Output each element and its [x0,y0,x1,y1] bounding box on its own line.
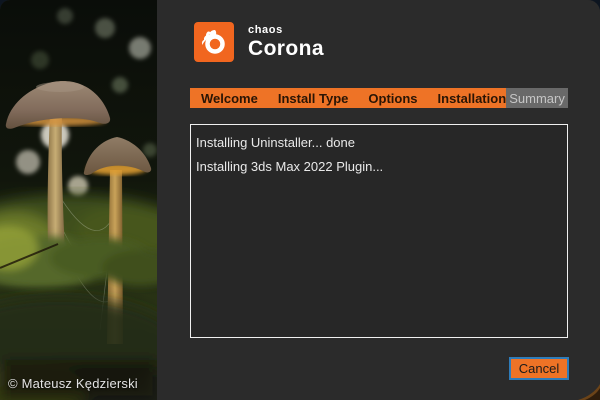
tab-options[interactable]: Options [368,91,417,106]
installer-step-tabs: Welcome Install Type Options Installatio… [190,88,568,108]
tabs-completed-group: Welcome Install Type Options Installatio… [190,88,506,108]
corona-flame-glyph [199,27,229,57]
mushroom-photo-art [0,0,157,400]
installer-panel: chaos Corona Welcome Install Type Option… [157,0,600,400]
brand-header: chaos Corona [194,22,324,62]
tab-installation[interactable]: Installation [438,91,507,106]
brand-text: chaos Corona [248,24,324,61]
installer-window: © Mateusz Kędzierski chaos Corona Welcom… [0,0,600,400]
tab-welcome[interactable]: Welcome [201,91,258,106]
installer-photo: © Mateusz Kędzierski [0,0,157,400]
tab-install-type[interactable]: Install Type [278,91,349,106]
brand-chaos-label: chaos [248,24,324,37]
corona-logo-icon [194,22,234,62]
log-line: Installing Uninstaller... done [196,131,567,155]
install-log-panel: Installing Uninstaller... done Installin… [190,124,568,338]
cancel-button[interactable]: Cancel [509,357,569,380]
tab-summary[interactable]: Summary [506,88,568,108]
log-line: Installing 3ds Max 2022 Plugin... [196,155,567,179]
corner-decoration [570,382,600,400]
photo-credit: © Mateusz Kędzierski [8,376,138,391]
brand-product-label: Corona [248,37,324,61]
